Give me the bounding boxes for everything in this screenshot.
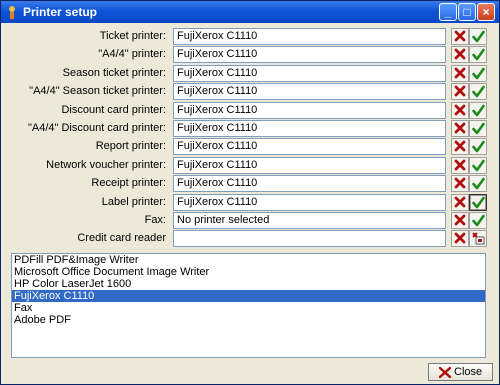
maximize-button[interactable]: □ bbox=[458, 3, 476, 21]
confirm-printer-button[interactable] bbox=[469, 175, 487, 193]
printer-row: Ticket printer: FujiXerox C1110 bbox=[1, 28, 499, 46]
printer-field[interactable]: FujiXerox C1110 bbox=[173, 83, 446, 101]
printer-row: "A4/4" Discount card printer: FujiXerox C… bbox=[1, 120, 499, 138]
printer-row: Discount card printer: FujiXerox C1110 bbox=[1, 101, 499, 120]
printer-field[interactable]: No printer selected bbox=[173, 212, 446, 229]
confirm-printer-button[interactable] bbox=[469, 156, 487, 174]
printer-field[interactable]: FujiXerox C1110 bbox=[173, 46, 446, 64]
close-x-icon bbox=[439, 367, 451, 378]
select-card-reader-button[interactable] bbox=[469, 230, 487, 248]
printer-row-label: Receipt printer: bbox=[91, 177, 166, 190]
printer-row-label: Fax: bbox=[144, 214, 166, 226]
confirm-printer-button[interactable] bbox=[469, 138, 487, 156]
printer-list-item[interactable]: HP Color LaserJet 1600 bbox=[12, 278, 485, 290]
printer-row-label: Ticket printer: bbox=[99, 30, 166, 42]
remove-printer-button[interactable] bbox=[451, 212, 469, 229]
printer-row: Season ticket printer: FujiXerox C1110 bbox=[1, 64, 499, 83]
printer-row-label: Credit card reader bbox=[77, 232, 166, 245]
printer-list[interactable]: PDFill PDF&Image Writer Microsoft Office … bbox=[11, 253, 486, 358]
close-window-button[interactable]: × bbox=[477, 3, 495, 21]
printer-row-label: Label printer: bbox=[101, 195, 166, 208]
printer-list-item[interactable]: Fax bbox=[12, 302, 485, 314]
confirm-printer-button[interactable] bbox=[469, 212, 487, 229]
printer-setup-window: Printer setup _ □ × Ticket printer: FujiX… bbox=[0, 0, 500, 385]
printer-list-item[interactable]: FujiXerox C1110 bbox=[12, 290, 485, 302]
printer-list-item[interactable]: PDFill PDF&Image Writer bbox=[12, 254, 485, 266]
printer-list-item[interactable]: Microsoft Office Document Image Writer bbox=[12, 266, 485, 278]
confirm-printer-button[interactable] bbox=[469, 120, 487, 137]
window-title: Printer setup bbox=[23, 5, 98, 19]
printer-field[interactable]: FujiXerox C1110 bbox=[173, 156, 446, 174]
remove-printer-button[interactable] bbox=[451, 193, 469, 211]
printer-field[interactable]: FujiXerox C1110 bbox=[173, 28, 446, 45]
close-button[interactable]: Close bbox=[428, 363, 493, 381]
title-bar[interactable]: Printer setup _ □ × bbox=[1, 1, 499, 23]
confirm-printer-button[interactable] bbox=[469, 28, 487, 45]
printer-row: Receipt printer: FujiXerox C1110 bbox=[1, 175, 499, 193]
remove-printer-button[interactable] bbox=[451, 156, 469, 174]
confirm-printer-button[interactable] bbox=[469, 193, 487, 211]
remove-printer-button[interactable] bbox=[451, 175, 469, 193]
printer-row-label: Season ticket printer: bbox=[62, 66, 166, 79]
printer-field[interactable]: FujiXerox C1110 bbox=[173, 175, 446, 193]
confirm-printer-button[interactable] bbox=[469, 46, 487, 64]
printer-row-label: "A4/4" printer: bbox=[98, 48, 166, 61]
printer-field[interactable] bbox=[173, 230, 446, 248]
remove-printer-button[interactable] bbox=[451, 101, 469, 119]
printer-row: "A4/4" printer: FujiXerox C1110 bbox=[1, 46, 499, 64]
printer-row-label: "A4/4" Season ticket printer: bbox=[29, 85, 166, 98]
close-button-label: Close bbox=[454, 366, 483, 378]
printer-row: Label printer: FujiXerox C1110 bbox=[1, 193, 499, 212]
status-bar bbox=[1, 361, 499, 384]
printer-row: Report printer: FujiXerox C1110 bbox=[1, 138, 499, 156]
printer-list-item[interactable]: Adobe PDF bbox=[12, 314, 485, 326]
printer-row-label: Network voucher printer: bbox=[46, 158, 166, 171]
confirm-printer-button[interactable] bbox=[469, 101, 487, 119]
printer-field[interactable]: FujiXerox C1110 bbox=[173, 101, 446, 119]
remove-printer-button[interactable] bbox=[451, 138, 469, 156]
remove-printer-button[interactable] bbox=[451, 230, 469, 248]
printer-field[interactable]: FujiXerox C1110 bbox=[173, 138, 446, 156]
printer-row-label: "A4/4" Discount card printer: bbox=[27, 122, 166, 134]
confirm-printer-button[interactable] bbox=[469, 64, 487, 82]
printer-row: Fax: No printer selected bbox=[1, 212, 499, 230]
minimize-button[interactable]: _ bbox=[439, 3, 457, 21]
printer-field[interactable]: FujiXerox C1110 bbox=[173, 120, 446, 137]
remove-printer-button[interactable] bbox=[451, 64, 469, 82]
remove-printer-button[interactable] bbox=[451, 83, 469, 101]
printer-row: Credit card reader bbox=[1, 230, 499, 248]
printer-field[interactable]: FujiXerox C1110 bbox=[173, 193, 446, 211]
printer-app-icon bbox=[9, 6, 15, 19]
printer-row: Network voucher printer: FujiXerox C1110 bbox=[1, 156, 499, 175]
printer-row-label: Discount card printer: bbox=[61, 103, 166, 116]
remove-printer-button[interactable] bbox=[451, 46, 469, 64]
remove-printer-button[interactable] bbox=[451, 120, 469, 137]
remove-printer-button[interactable] bbox=[451, 28, 469, 45]
printer-field[interactable]: FujiXerox C1110 bbox=[173, 64, 446, 82]
printer-row: "A4/4" Season ticket printer: FujiXerox C… bbox=[1, 83, 499, 101]
confirm-printer-button[interactable] bbox=[469, 83, 487, 101]
printer-row-label: Report printer: bbox=[95, 140, 166, 153]
